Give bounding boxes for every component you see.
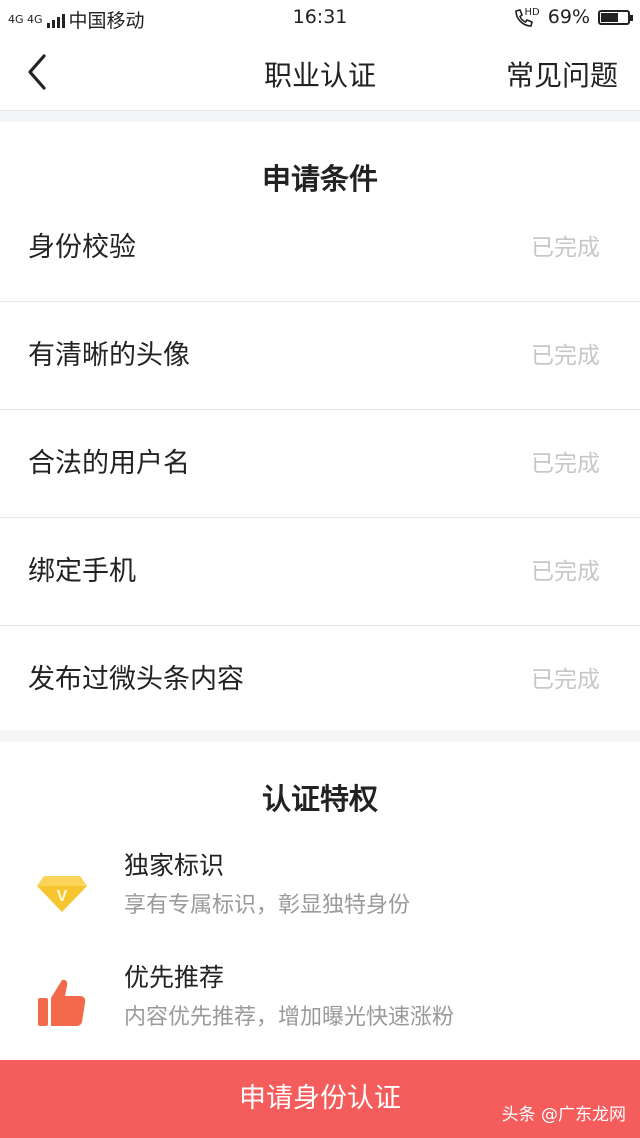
svg-text:V: V — [57, 888, 68, 905]
battery-percent: 69% — [547, 6, 590, 28]
nav-bar: 职业认证 常见问题 — [0, 34, 640, 111]
privilege-desc: 享有专属标识，彰显独特身份 — [124, 893, 411, 918]
privileges-card: 认证特权 V 独家标识 享有专属标识，彰显独特身份 优先推荐 内容优先推荐，增加… — [0, 742, 640, 1060]
condition-row[interactable]: 合法的用户名 已完成 — [0, 410, 640, 518]
condition-row[interactable]: 有清晰的头像 已完成 — [0, 302, 640, 410]
battery-icon — [598, 9, 633, 25]
privilege-item: V 独家标识 享有专属标识，彰显独特身份 — [0, 842, 640, 952]
hd-label: HD — [524, 6, 540, 18]
privileges-title: 认证特权 — [261, 782, 378, 816]
condition-row[interactable]: 绑定手机 已完成 — [0, 518, 640, 626]
condition-row[interactable]: 身份校验 已完成 — [0, 194, 640, 302]
condition-status: 已完成 — [531, 559, 600, 585]
condition-label: 有清晰的头像 — [28, 340, 190, 371]
privilege-item: 优先推荐 内容优先推荐，增加曝光快速涨粉 — [0, 954, 640, 1064]
condition-status: 已完成 — [531, 343, 600, 369]
conditions-card: 申请条件 身份校验 已完成 有清晰的头像 已完成 合法的用户名 已完成 绑定手机… — [0, 122, 640, 730]
condition-label: 身份校验 — [28, 232, 136, 263]
condition-status: 已完成 — [531, 667, 600, 693]
conditions-title: 申请条件 — [261, 162, 378, 196]
privilege-name: 独家标识 — [124, 851, 225, 880]
privilege-desc: 内容优先推荐，增加曝光快速涨粉 — [124, 1005, 455, 1030]
status-right: HD 69% — [513, 6, 633, 28]
condition-status: 已完成 — [531, 235, 600, 261]
condition-label: 发布过微头条内容 — [28, 664, 244, 695]
condition-status: 已完成 — [531, 451, 600, 477]
condition-row[interactable]: 发布过微头条内容 已完成 — [0, 626, 640, 734]
apply-verification-label: 申请身份认证 — [239, 1083, 401, 1114]
condition-label: 绑定手机 — [28, 556, 136, 587]
privilege-name: 优先推荐 — [124, 963, 225, 992]
faq-link[interactable]: 常见问题 — [506, 54, 618, 94]
diamond-v-icon: V — [37, 876, 87, 912]
watermark: 头条 @广东龙网 — [501, 1105, 626, 1125]
apply-verification-button[interactable]: 申请身份认证 头条 @广东龙网 — [0, 1060, 640, 1138]
thumbs-up-icon — [38, 979, 86, 1026]
condition-label: 合法的用户名 — [28, 448, 190, 479]
status-bar: 4G 4G 中国移动 16:31 HD 69% — [0, 0, 640, 34]
